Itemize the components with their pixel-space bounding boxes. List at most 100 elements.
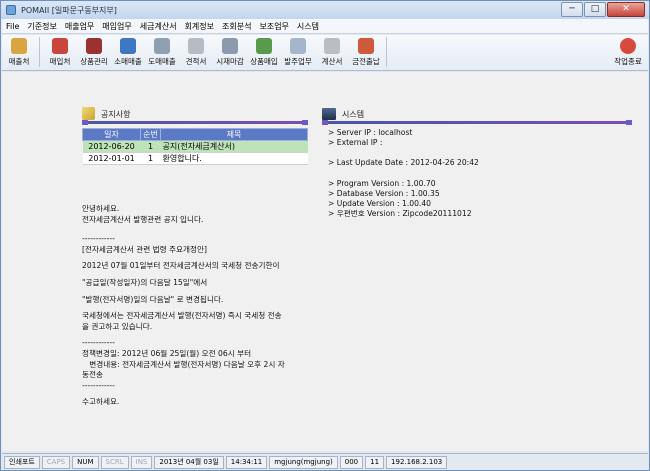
toolbar-icon (188, 38, 204, 54)
close-button[interactable]: ✕ (607, 2, 645, 17)
notice-header-bar (82, 120, 308, 125)
toolbar-label: 도매매출 (148, 57, 176, 66)
menu-item[interactable]: 시스템 (293, 21, 323, 32)
toolbar-separator (386, 37, 387, 67)
notice-header: 공지사항 (82, 104, 130, 120)
pencil-icon (82, 107, 95, 120)
toolbar-icon (154, 38, 170, 54)
notice-table: 일자 순번 제목 2012-06-20 1 공지(전자세금계산서) 2012-0… (82, 128, 308, 165)
toolbar-button[interactable]: 계산서 (315, 35, 349, 69)
status-cell: 000 (339, 455, 364, 469)
toolbar: 매출처 매입처 상품관리 소매매출 도매매출 견적서 시재마감 상품매입 발주업무 계산서 금전출납… (2, 35, 648, 71)
row-date: 2012-06-20 (82, 140, 141, 153)
notice-paragraph: 2012년 07월 01일부터 전자세금계산서의 국세청 전송기한이 (82, 261, 280, 271)
toolbar-icon (358, 38, 374, 54)
row-no: 1 (140, 152, 161, 165)
monitor-icon (322, 108, 336, 120)
external-ip: > External IP : (328, 138, 383, 148)
toolbar-button[interactable]: 소매매출 (111, 35, 145, 69)
maximize-button[interactable]: □ (584, 2, 606, 17)
status-cell: INS (130, 455, 153, 469)
toolbar-separator (39, 37, 40, 67)
status-cell: SCRL (100, 455, 129, 469)
menu-item[interactable]: 회계정보 (181, 21, 218, 32)
status-cell: 2013년 04월 03일 (154, 455, 224, 469)
col-title[interactable]: 제목 (160, 128, 308, 141)
notice-paragraph: 국세청에서는 전자세금계산서 발행(전자서명) 즉시 국세청 전송 을 권고하고… (82, 311, 282, 331)
toolbar-label: 상품매입 (250, 57, 278, 66)
window-controls: ─ □ ✕ (560, 2, 645, 17)
menu-item[interactable]: 조회분석 (218, 21, 255, 32)
header-bar-marker (322, 120, 328, 125)
notice-paragraph: 수고하세요. (82, 397, 120, 407)
header-bar-marker (302, 120, 308, 125)
menu-bar: File 기준정보 매출업무 매입업무 세금계산서 회계정보 조회분석 보조업무 시스템 (2, 19, 648, 34)
status-cell: NUM (72, 455, 99, 469)
toolbar-icon (222, 38, 238, 54)
toolbar-button[interactable]: 매입처 (43, 35, 77, 69)
toolbar-icon (52, 38, 68, 54)
zipcode-version: > 우편번호 Version : Zipcode20111012 (328, 209, 472, 219)
menu-item[interactable]: 매출업무 (61, 21, 98, 32)
toolbar-label: 매입처 (49, 57, 71, 66)
power-icon (620, 38, 636, 54)
server-ip: > Server IP : localhost (328, 128, 413, 137)
toolbar-button[interactable]: 상품관리 (77, 35, 111, 69)
col-date[interactable]: 일자 (82, 128, 141, 141)
toolbar-label: 금전출납 (352, 57, 380, 66)
dashboard-area: 공지사항 일자 순번 제목 2012-06-20 1 공지(전자세금계산서) 2… (2, 72, 648, 451)
toolbar-button[interactable]: 도매매출 (145, 35, 179, 69)
status-cell: CAPS (41, 455, 71, 469)
exit-button[interactable]: 작업종료 (608, 35, 648, 69)
status-cell: 인쇄포트 (4, 455, 40, 469)
toolbar-icon (11, 38, 27, 54)
toolbar-label: 상품관리 (80, 57, 108, 66)
toolbar-button[interactable]: 금전출납 (349, 35, 383, 69)
row-title: 환영합니다. (160, 152, 308, 165)
row-title: 공지(전자세금계산서) (160, 140, 308, 153)
menu-item[interactable]: 보조업무 (255, 21, 292, 32)
menu-item[interactable]: File (2, 22, 23, 31)
title-bar[interactable]: POMAII [일파문구동부지부] ─ □ ✕ (1, 1, 649, 19)
toolbar-button[interactable]: 발주업무 (281, 35, 315, 69)
database-version: > Database Version : 1.00.35 (328, 188, 440, 198)
toolbar-label: 발주업무 (284, 57, 312, 66)
col-no[interactable]: 순번 (140, 128, 161, 141)
row-date: 2012-01-01 (82, 152, 141, 165)
status-cell: 11 (365, 455, 385, 469)
menu-item[interactable]: 세금계산서 (136, 21, 181, 32)
toolbar-button[interactable]: 상품매입 (247, 35, 281, 69)
header-bar-marker (626, 120, 632, 125)
toolbar-button[interactable]: 견적서 (179, 35, 213, 69)
toolbar-label: 계산서 (321, 57, 343, 66)
update-version: > Update Version : 1.00.40 (328, 199, 431, 209)
toolbar-icon (324, 38, 340, 54)
toolbar-button[interactable]: 매출처 (2, 35, 36, 69)
notice-paragraph: ------------ 정책변경일: 2012년 06월 25일(월) 오전 … (82, 338, 285, 390)
toolbar-label: 소매매출 (114, 57, 142, 66)
notice-header-label: 공지사항 (101, 110, 131, 119)
toolbar-label: 시재마감 (216, 57, 244, 66)
toolbar-button[interactable]: 시재마감 (213, 35, 247, 69)
status-cell: mgjung(mgjung) (269, 455, 338, 469)
table-row[interactable]: 2012-06-20 1 공지(전자세금계산서) (82, 140, 308, 153)
status-bar: 인쇄포트 CAPS NUM SCRL INS 2013년 04월 03일 14:34:11 m… (2, 453, 648, 470)
minimize-button[interactable]: ─ (561, 2, 583, 17)
last-update-date: > Last Update Date : 2012-04-26 20:42 (328, 158, 479, 168)
exit-label: 작업종료 (614, 57, 642, 66)
app-icon[interactable] (6, 5, 16, 15)
notice-paragraph: "발행(전자서명)일의 다음날" 로 변경됩니다. (82, 294, 224, 304)
toolbar-label: 매출처 (8, 57, 30, 66)
notice-paragraph: 안녕하세요. 전자세금계산서 발행관련 공지 입니다. (82, 204, 204, 224)
table-row[interactable]: 2012-01-01 1 환영합니다. (82, 152, 308, 165)
system-header: 시스템 (322, 104, 364, 120)
status-cell: 14:34:11 (225, 455, 268, 469)
menu-item[interactable]: 기준정보 (23, 21, 60, 32)
main-window: POMAII [일파문구동부지부] ─ □ ✕ File 기준정보 매출업무 매입업무… (0, 0, 650, 471)
header-bar-marker (82, 120, 88, 125)
program-version: > Program Version : 1.00.70 (328, 178, 436, 188)
system-info: > Server IP : localhost > External IP : … (328, 128, 628, 219)
window-title: POMAII [일파문구동부지부] (21, 5, 117, 15)
notice-paragraph: ------------ [전자세금계산서 관련 법령 주요개정안] (82, 234, 207, 254)
menu-item[interactable]: 매입업무 (98, 21, 135, 32)
